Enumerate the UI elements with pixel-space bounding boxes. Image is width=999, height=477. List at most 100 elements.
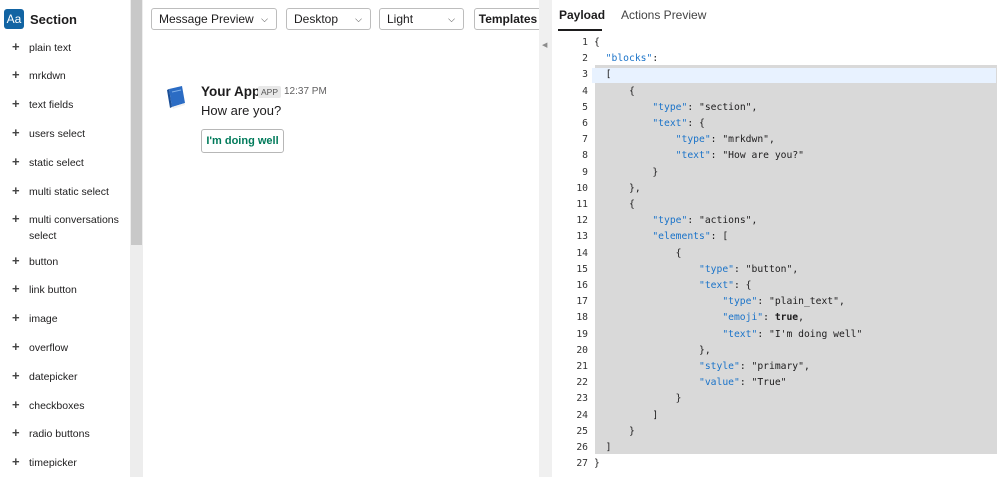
line-number: 2 [582,53,588,65]
code-line[interactable]: 1{ [552,35,600,51]
sidebar-item-text-fields[interactable]: + text fields [12,97,121,113]
line-number: 12 [576,215,588,227]
code-line[interactable]: 26 ] [552,440,611,456]
code-line[interactable]: 5 "type": "section", [552,100,757,116]
code-text: { [594,199,635,210]
sidebar-item-multi-conversations-select[interactable]: + multi conversations select [12,212,121,244]
plus-icon[interactable]: + [12,68,22,82]
app-name: Your App [201,84,261,99]
code-line[interactable]: 23 } [552,391,681,407]
line-number: 23 [576,393,588,405]
code-line[interactable]: 24 ] [552,408,658,424]
plus-icon[interactable]: + [12,212,22,226]
templates-button[interactable]: Templates [474,8,542,30]
code-line[interactable]: 10 }, [552,181,640,197]
sidebar-item-static-select[interactable]: + static select [12,155,121,171]
sidebar-scrollbar-thumb[interactable] [131,0,142,245]
preview-scrollbar-track[interactable] [539,0,552,477]
code-line[interactable]: 14 { [552,246,681,262]
line-number: 9 [582,166,588,178]
code-line[interactable]: 25 } [552,424,635,440]
sidebar-item-image[interactable]: + image [12,311,121,327]
sidebar-item-mrkdwn[interactable]: + mrkdwn [12,68,121,84]
code-line[interactable]: 18 "emoji": true, [552,310,804,326]
code-line[interactable]: 2 "blocks": [552,51,658,67]
code-text: ] [594,409,659,421]
preview-mode-value: Message Preview [159,12,254,26]
plus-icon[interactable]: + [12,426,22,440]
plus-icon[interactable]: + [12,455,22,469]
plus-icon[interactable]: + [12,155,22,169]
plus-icon[interactable]: + [12,40,22,54]
message-action-button[interactable]: I'm doing well [201,129,284,153]
sidebar-item-plain-text[interactable]: + plain text [12,40,121,56]
message-preview-pane: Message Preview ⌵ Desktop ⌵ Light ⌵ Temp… [143,0,542,477]
collapse-left-icon[interactable]: ◀ [542,41,547,49]
line-number: 20 [576,344,588,356]
sidebar-item-overflow[interactable]: + overflow [12,340,121,356]
code-line[interactable]: 3 [ [552,67,611,83]
tab-payload[interactable]: Payload [559,8,605,22]
code-line[interactable]: 15 "type": "button", [552,262,798,278]
line-number: 17 [576,296,588,308]
code-line[interactable]: 16 "text": { [552,278,751,294]
sidebar-title: Section [30,11,77,27]
code-line[interactable]: 27} [552,456,600,472]
sidebar-item-checkboxes[interactable]: + checkboxes [12,398,121,414]
code-text: { [594,85,635,97]
code-line[interactable]: 21 "style": "primary", [552,359,810,375]
plus-icon[interactable]: + [12,340,22,354]
sidebar-item-button[interactable]: + button [12,254,121,270]
line-number: 4 [582,85,588,97]
code-line[interactable]: 20 }, [552,343,710,359]
line-number: 14 [576,247,588,259]
code-line[interactable]: 22 "value": "True" [552,375,786,391]
tab-actions-preview[interactable]: Actions Preview [621,8,706,22]
plus-icon[interactable]: + [12,97,22,111]
code-text: } [594,458,600,470]
code-text: "value": "True" [698,377,787,389]
message-timestamp: 12:37 PM [284,86,327,97]
line-number: 21 [576,361,588,372]
plus-icon[interactable]: + [12,126,22,140]
code-line[interactable]: 4 { [552,84,635,100]
device-select[interactable]: Desktop ⌵ [286,8,371,30]
sidebar-item-users-select[interactable]: + users select [12,126,121,142]
chevron-down-icon: ⌵ [448,14,455,24]
code-line[interactable]: 17 "type": "plain_text", [552,294,845,310]
sidebar-item-label: overflow [29,342,69,354]
theme-value: Light [387,12,414,26]
line-number: 25 [576,425,588,437]
code-line[interactable]: 7 "type": "mrkdwn", [552,132,775,148]
plus-icon[interactable]: + [12,254,22,268]
code-text: "type": "plain_text", [722,296,845,308]
plus-icon[interactable]: + [12,311,22,325]
theme-select[interactable]: Light ⌵ [379,8,464,30]
sidebar-item-link-button[interactable]: + link button [12,282,121,298]
plus-icon[interactable]: + [12,398,22,412]
sidebar-item-label: link button [29,284,77,296]
sidebar-item-timepicker[interactable]: + timepicker [12,455,121,471]
code-line[interactable]: 12 "type": "actions", [552,213,757,229]
sidebar-item-datepicker[interactable]: + datepicker [12,369,121,385]
sidebar-item-radio-buttons[interactable]: + radio buttons [12,426,121,442]
json-code-editor[interactable]: 1{2 "blocks": 3 [4 {5 "type": "section", 6… [552,34,999,477]
code-line[interactable]: 6 "text": { [552,116,705,132]
code-text: "text": { [652,118,705,129]
code-line[interactable]: 13 "elements": [ [552,229,728,245]
line-number: 22 [576,377,588,389]
section-icon: Aa [4,9,24,29]
code-line[interactable]: 8 "text": "How are you?" [552,148,804,164]
code-line[interactable]: 19 "text": "I'm doing well" [552,327,862,343]
code-line[interactable]: 9 } [552,165,658,181]
plus-icon[interactable]: + [12,184,22,198]
sidebar-item-multi-static-select[interactable]: + multi static select [12,184,121,200]
line-number: 27 [576,458,588,470]
code-line[interactable]: 11 { [552,197,635,213]
code-text: "blocks": [605,53,659,65]
line-number: 24 [576,409,588,421]
plus-icon[interactable]: + [12,369,22,383]
preview-mode-select[interactable]: Message Preview ⌵ [151,8,277,30]
plus-icon[interactable]: + [12,282,22,296]
sidebar-item-label: mrkdwn [29,70,66,82]
